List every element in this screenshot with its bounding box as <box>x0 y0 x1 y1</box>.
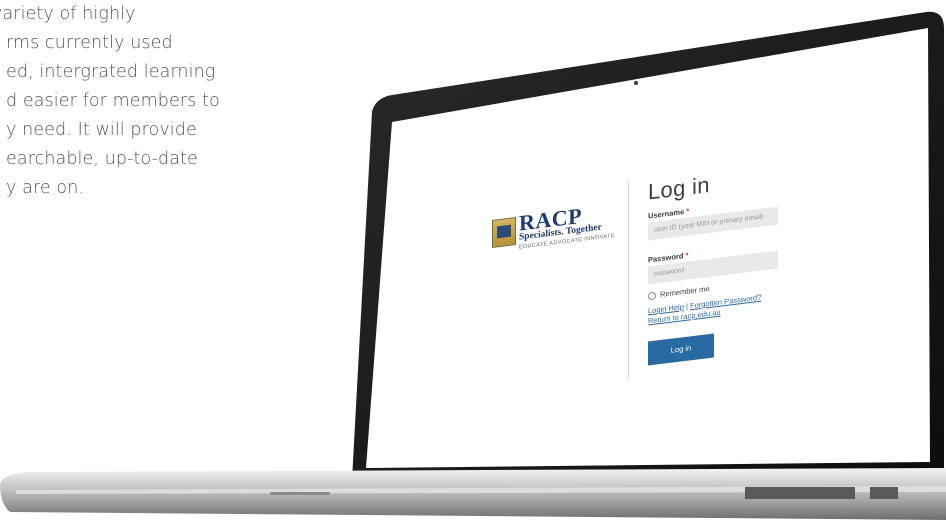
login-title: Log in <box>648 171 710 205</box>
login-button[interactable]: Log in <box>648 333 714 366</box>
forgotten-password-link[interactable]: Forgotten Password? <box>690 293 761 311</box>
required-mark: * <box>686 206 690 216</box>
screen-content: RACP Specialists. Together EDUCATE ADVOC… <box>0 0 946 523</box>
remember-label: Remember me <box>660 283 710 300</box>
remember-checkbox[interactable] <box>648 291 656 301</box>
required-mark: * <box>685 250 689 260</box>
racp-logo: RACP Specialists. Together EDUCATE ADVOC… <box>492 198 624 260</box>
remember-me[interactable]: Remember me <box>648 284 710 301</box>
crest-icon <box>492 217 516 248</box>
login-panel: Log in Username * user ID (your MIN or pr… <box>628 151 798 390</box>
